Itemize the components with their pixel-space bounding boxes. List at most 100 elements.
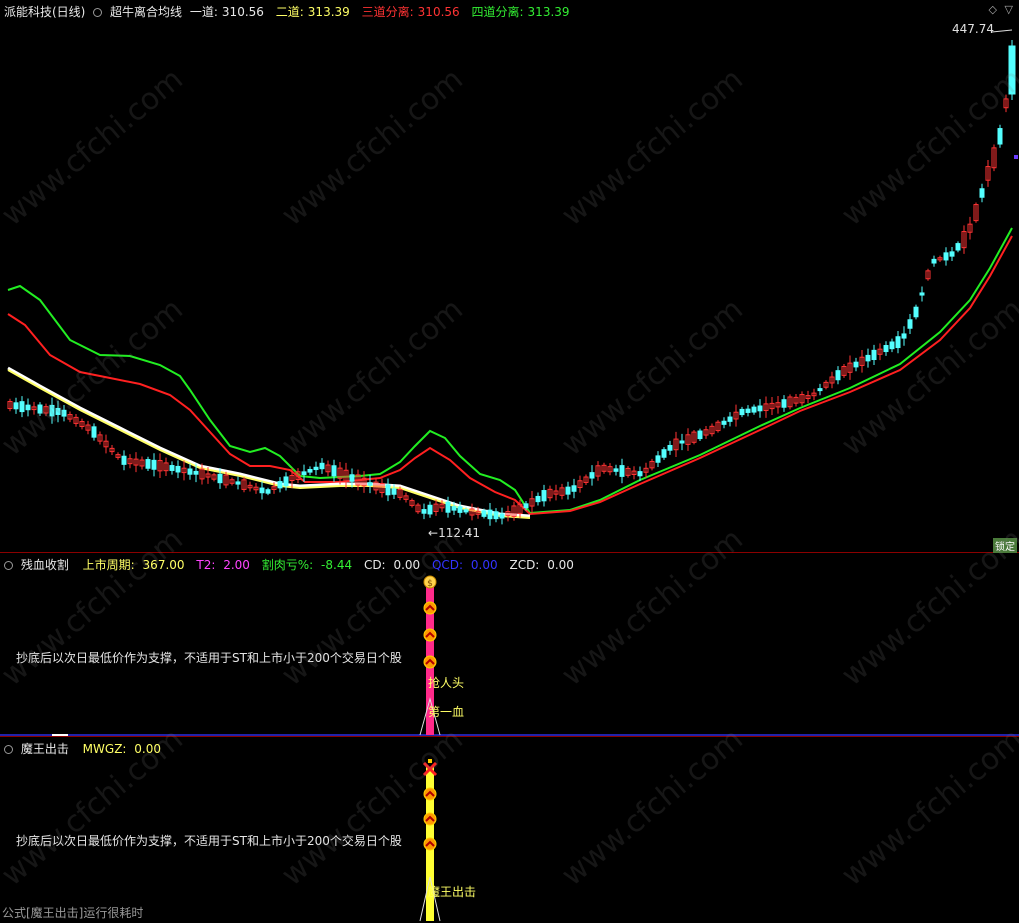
high-price-label: 447.74 bbox=[952, 22, 994, 36]
sword-icon bbox=[428, 759, 432, 763]
status-footer: 公式[魔王出击]运行很耗时 bbox=[2, 906, 144, 920]
candle-body bbox=[541, 490, 547, 502]
sub2-header: 魔王出击 MWGZ: 0.00 bbox=[4, 740, 169, 757]
candle-body bbox=[571, 485, 577, 492]
candle-body bbox=[499, 513, 505, 519]
candle-body bbox=[535, 495, 541, 503]
candle-body bbox=[745, 408, 751, 413]
candle-body bbox=[481, 510, 487, 517]
collapse-icon[interactable] bbox=[4, 745, 13, 754]
candle-body bbox=[385, 484, 391, 496]
candle-body bbox=[145, 459, 151, 469]
candle-body bbox=[427, 504, 433, 515]
marker-dot bbox=[1014, 155, 1018, 159]
sub2-label-a: 魔王出击 bbox=[428, 885, 477, 899]
candle-body bbox=[523, 503, 529, 509]
candle-body bbox=[175, 465, 181, 473]
main-chart-panel[interactable]: 派能科技(日线) 超牛离合均线 一道: 310.56 二道: 313.39 三道分离… bbox=[0, 0, 1019, 553]
sub1-field-1: T2: 2.00 bbox=[196, 558, 250, 572]
sub2-name[interactable]: 魔王出击 bbox=[21, 742, 69, 756]
candle-body bbox=[121, 455, 127, 465]
candle-body bbox=[61, 409, 67, 417]
candle-body bbox=[907, 319, 913, 329]
candle-body bbox=[169, 465, 175, 471]
candle-body bbox=[265, 489, 271, 494]
candle-body bbox=[871, 349, 877, 361]
indicator-panel-1[interactable]: 残血收割 上市周期: 367.00 T2: 2.00 割肉亏%: -8.44 C… bbox=[0, 553, 1019, 737]
chevron-up-icon bbox=[423, 601, 437, 615]
candle-body bbox=[757, 405, 763, 412]
sub2-chart[interactable] bbox=[0, 737, 1019, 923]
indicator-name[interactable]: 超牛离合均线 bbox=[110, 5, 182, 19]
collapse-icon[interactable] bbox=[93, 8, 103, 17]
ma2-label: 二道: 313.39 bbox=[275, 5, 350, 19]
stock-title[interactable]: 派能科技(日线) bbox=[4, 5, 85, 19]
candle-body bbox=[49, 404, 55, 417]
candle-body bbox=[235, 481, 241, 485]
candle-body bbox=[931, 258, 937, 264]
candle-body bbox=[487, 509, 493, 520]
candle-body bbox=[739, 408, 745, 416]
ma-green-line bbox=[7, 227, 1013, 515]
candle-body bbox=[853, 361, 859, 368]
candle-body bbox=[91, 426, 97, 438]
candle-body bbox=[727, 416, 733, 422]
candle-body bbox=[883, 345, 889, 353]
candle-body bbox=[565, 486, 571, 495]
candle-body bbox=[391, 488, 397, 495]
candle-body bbox=[613, 468, 619, 472]
candle-body bbox=[451, 506, 457, 511]
sub1-name[interactable]: 残血收割 bbox=[21, 558, 69, 572]
candle-body bbox=[781, 399, 787, 408]
candle-body bbox=[949, 251, 955, 257]
ma1-label: 一道: 310.56 bbox=[189, 5, 264, 19]
candle-body bbox=[943, 252, 949, 261]
candle-body bbox=[19, 401, 25, 413]
ma4-label: 四道分离: 313.39 bbox=[471, 5, 570, 19]
candle-body bbox=[307, 468, 313, 473]
ma-yellow-line bbox=[7, 369, 531, 519]
candle-body bbox=[817, 388, 823, 392]
ma-white-line bbox=[7, 366, 531, 518]
candle-body bbox=[901, 333, 907, 339]
candle-body bbox=[13, 402, 19, 410]
sub1-label-b: 第一血 bbox=[428, 705, 465, 719]
candle-body bbox=[25, 404, 31, 411]
candle-body bbox=[835, 370, 841, 381]
candle-body bbox=[895, 336, 901, 349]
candle-body bbox=[367, 482, 373, 486]
ma-red-line bbox=[7, 235, 1013, 516]
candle-body bbox=[619, 465, 625, 477]
candle-body bbox=[331, 465, 337, 477]
chevron-up-icon bbox=[423, 628, 437, 642]
candle-body bbox=[463, 509, 469, 513]
candle-body bbox=[217, 473, 223, 484]
collapse-icon[interactable] bbox=[4, 561, 13, 570]
candle-body bbox=[319, 462, 325, 470]
sub2-note: 抄底后以次日最低价作为支撑，不适用于ST和上市小于200个交易日个股 bbox=[16, 834, 402, 848]
candle-body bbox=[889, 341, 895, 350]
candle-body bbox=[655, 455, 661, 463]
candle-body bbox=[661, 449, 667, 458]
chevron-up-icon bbox=[423, 837, 437, 851]
chevron-up-icon bbox=[423, 655, 437, 669]
candle-body bbox=[913, 306, 919, 318]
sub1-chart[interactable]: $ bbox=[0, 553, 1019, 737]
candle-body bbox=[667, 444, 673, 451]
sub1-note: 抄底后以次日最低价作为支撑，不适用于ST和上市小于200个交易日个股 bbox=[16, 651, 402, 665]
candle-body bbox=[865, 354, 871, 362]
sub1-field-3: CD: 0.00 bbox=[363, 558, 421, 572]
candle-body bbox=[187, 468, 193, 475]
candle-body bbox=[301, 471, 307, 476]
sub1-field-2: 割肉亏%: -8.44 bbox=[261, 558, 353, 572]
candlestick-chart[interactable] bbox=[0, 0, 1019, 553]
candle-body bbox=[697, 430, 703, 440]
money-bag-icon: $ bbox=[427, 579, 433, 589]
candle-body bbox=[919, 292, 925, 296]
chevron-up-icon bbox=[423, 812, 437, 826]
indicator-panel-2[interactable]: 魔王出击 MWGZ: 0.00 抄底后以次日最低价作为支撑，不适用于ST和上市小… bbox=[0, 737, 1019, 923]
lock-tag[interactable]: 锁定 bbox=[993, 538, 1017, 553]
candle-body bbox=[421, 509, 427, 514]
candle-body bbox=[721, 420, 727, 425]
sub2-field-0: MWGZ: 0.00 bbox=[82, 742, 161, 756]
